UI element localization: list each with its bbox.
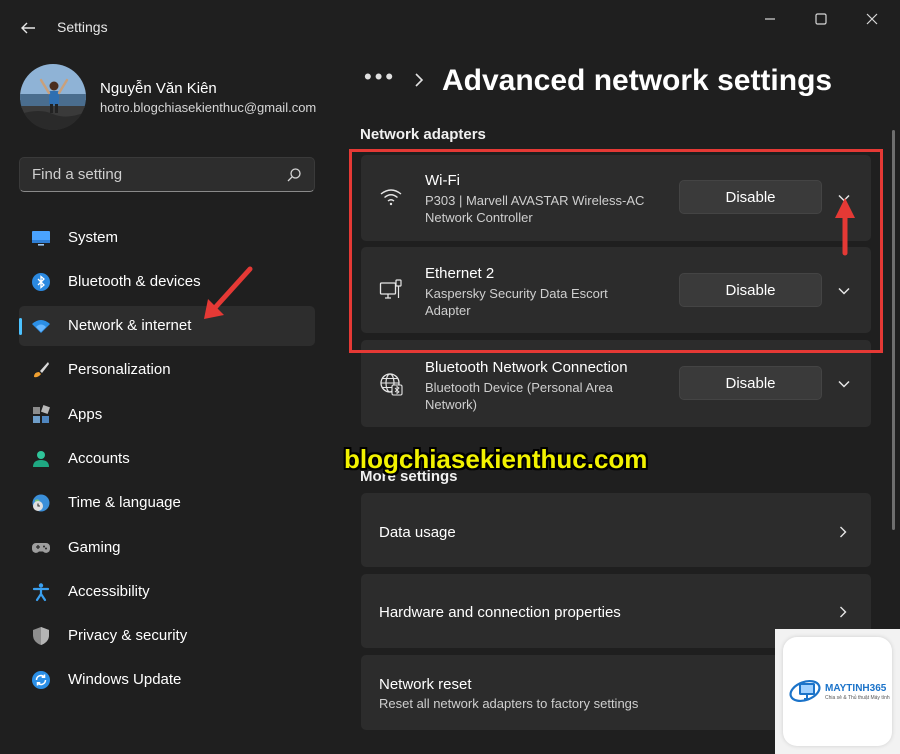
avatar[interactable] <box>20 64 86 130</box>
scrollbar[interactable] <box>892 130 895 530</box>
sidebar-item-personalization[interactable]: Personalization <box>19 350 315 390</box>
wifi-icon <box>380 189 402 206</box>
sidebar-item-windows-update[interactable]: Windows Update <box>19 660 315 700</box>
sidebar-item-time-language[interactable]: Time & language <box>19 483 315 523</box>
avatar-photo <box>20 64 86 130</box>
more-settings-item-data-usage[interactable]: Data usage <box>361 493 871 567</box>
adapter-description: Bluetooth Device (Personal Area Network) <box>425 380 613 412</box>
wifi-icon <box>32 320 50 333</box>
shield-icon <box>33 627 49 645</box>
search-icon <box>287 168 301 182</box>
sidebar-item-label: System <box>68 229 119 246</box>
search-box[interactable] <box>19 157 315 192</box>
sidebar-item-bluetooth-devices[interactable]: Bluetooth & devices <box>19 262 315 302</box>
adapter-name: Bluetooth Network Connection <box>425 359 628 376</box>
more-settings-title: Network reset <box>379 676 472 693</box>
user-email: hotro.blogchiasekienthuc@gmail.com <box>100 100 317 115</box>
sidebar-item-privacy-security[interactable]: Privacy & security <box>19 616 315 656</box>
minimize-icon <box>765 18 775 20</box>
person-icon <box>33 451 49 467</box>
sidebar-item-accessibility[interactable]: Accessibility <box>19 572 315 612</box>
section-title-network-adapters: Network adapters <box>360 126 486 143</box>
breadcrumb-chevron-icon <box>415 73 424 87</box>
logo-text: MAYTINH365 <box>825 683 887 694</box>
more-settings-title: Data usage <box>379 524 456 541</box>
logo-tagline: Chia sẻ & Thủ thuật Máy tính <box>825 695 890 701</box>
window-title: Settings <box>57 19 108 35</box>
page-title: Advanced network settings <box>442 64 833 97</box>
disable-wifi-button[interactable]: Disable <box>679 180 822 214</box>
close-button[interactable] <box>852 8 892 30</box>
sidebar-item-label: Accounts <box>68 450 130 467</box>
sidebar-item-label: Windows Update <box>68 671 182 688</box>
search-input[interactable] <box>32 158 282 191</box>
user-name: Nguyễn Văn Kiên <box>100 80 217 97</box>
arrow-annotation-chevron <box>835 198 855 256</box>
adapter-card-bluetooth[interactable]: Bluetooth Network Connection Bluetooth D… <box>361 340 871 427</box>
adapter-description: Kaspersky Security Data Escort Adapter <box>425 286 608 318</box>
sidebar-item-label: Accessibility <box>68 583 150 600</box>
sidebar-item-accounts[interactable]: Accounts <box>19 439 315 479</box>
adapter-name: Wi-Fi <box>425 172 460 189</box>
gamepad-icon <box>32 543 50 553</box>
globe-clock-icon <box>32 494 50 512</box>
arrow-annotation-sidebar <box>204 266 253 319</box>
globe-icon <box>380 373 403 396</box>
disable-bluetooth-button[interactable]: Disable <box>679 366 822 400</box>
sidebar-item-apps[interactable]: Apps <box>19 395 315 435</box>
sidebar-item-label: Time & language <box>68 494 181 511</box>
sidebar-item-label: Network & internet <box>68 317 192 334</box>
breadcrumb-more-button[interactable]: ••• <box>364 64 396 90</box>
close-icon <box>866 13 878 25</box>
more-settings-title: Hardware and connection properties <box>379 604 621 621</box>
logo-card: MAYTINH365 Chia sẻ & Thủ thuật Máy tính <box>783 637 892 746</box>
brush-icon <box>34 362 49 378</box>
monitor-logo-icon <box>789 680 821 702</box>
sidebar-item-label: Apps <box>68 406 103 423</box>
disable-ethernet-button[interactable]: Disable <box>679 273 822 307</box>
maximize-button[interactable] <box>801 8 841 30</box>
adapter-description: P303 | Marvell AVASTAR Wireless-AC Netwo… <box>425 193 645 225</box>
back-arrow-icon <box>21 22 35 34</box>
logo-badge: MAYTINH365 Chia sẻ & Thủ thuật Máy tính <box>775 629 900 754</box>
watermark-text: blogchiasekienthuc.com <box>344 444 648 474</box>
maximize-icon <box>815 13 827 25</box>
chevron-right-icon <box>840 526 847 538</box>
sidebar-item-gaming[interactable]: Gaming <box>19 528 315 568</box>
sidebar-item-label: Privacy & security <box>68 627 188 644</box>
adapter-card-ethernet[interactable]: Ethernet 2 Kaspersky Security Data Escor… <box>361 247 871 333</box>
sidebar-item-network-internet[interactable]: Network & internet <box>19 306 315 346</box>
display-icon <box>32 231 50 246</box>
update-icon <box>32 671 50 689</box>
minimize-button[interactable] <box>750 8 790 30</box>
sidebar-item-system[interactable]: System <box>19 218 315 258</box>
apps-icon <box>33 405 50 423</box>
adapter-name: Ethernet 2 <box>425 265 495 282</box>
more-settings-subtitle: Reset all network adapters to factory se… <box>379 696 639 711</box>
sidebar-item-label: Personalization <box>68 361 171 378</box>
chevron-down-icon[interactable] <box>835 282 853 300</box>
chevron-right-icon <box>840 606 847 618</box>
ethernet-icon <box>379 279 402 299</box>
sidebar-item-label: Gaming <box>68 539 121 556</box>
chevron-down-icon[interactable] <box>835 375 853 393</box>
sidebar-item-label: Bluetooth & devices <box>68 273 201 290</box>
adapter-card-wifi[interactable]: Wi-Fi P303 | Marvell AVASTAR Wireless-AC… <box>361 155 871 241</box>
selected-indicator <box>19 318 22 335</box>
back-button[interactable] <box>14 14 42 42</box>
bluetooth-icon <box>32 273 50 291</box>
accessibility-icon <box>32 583 50 602</box>
